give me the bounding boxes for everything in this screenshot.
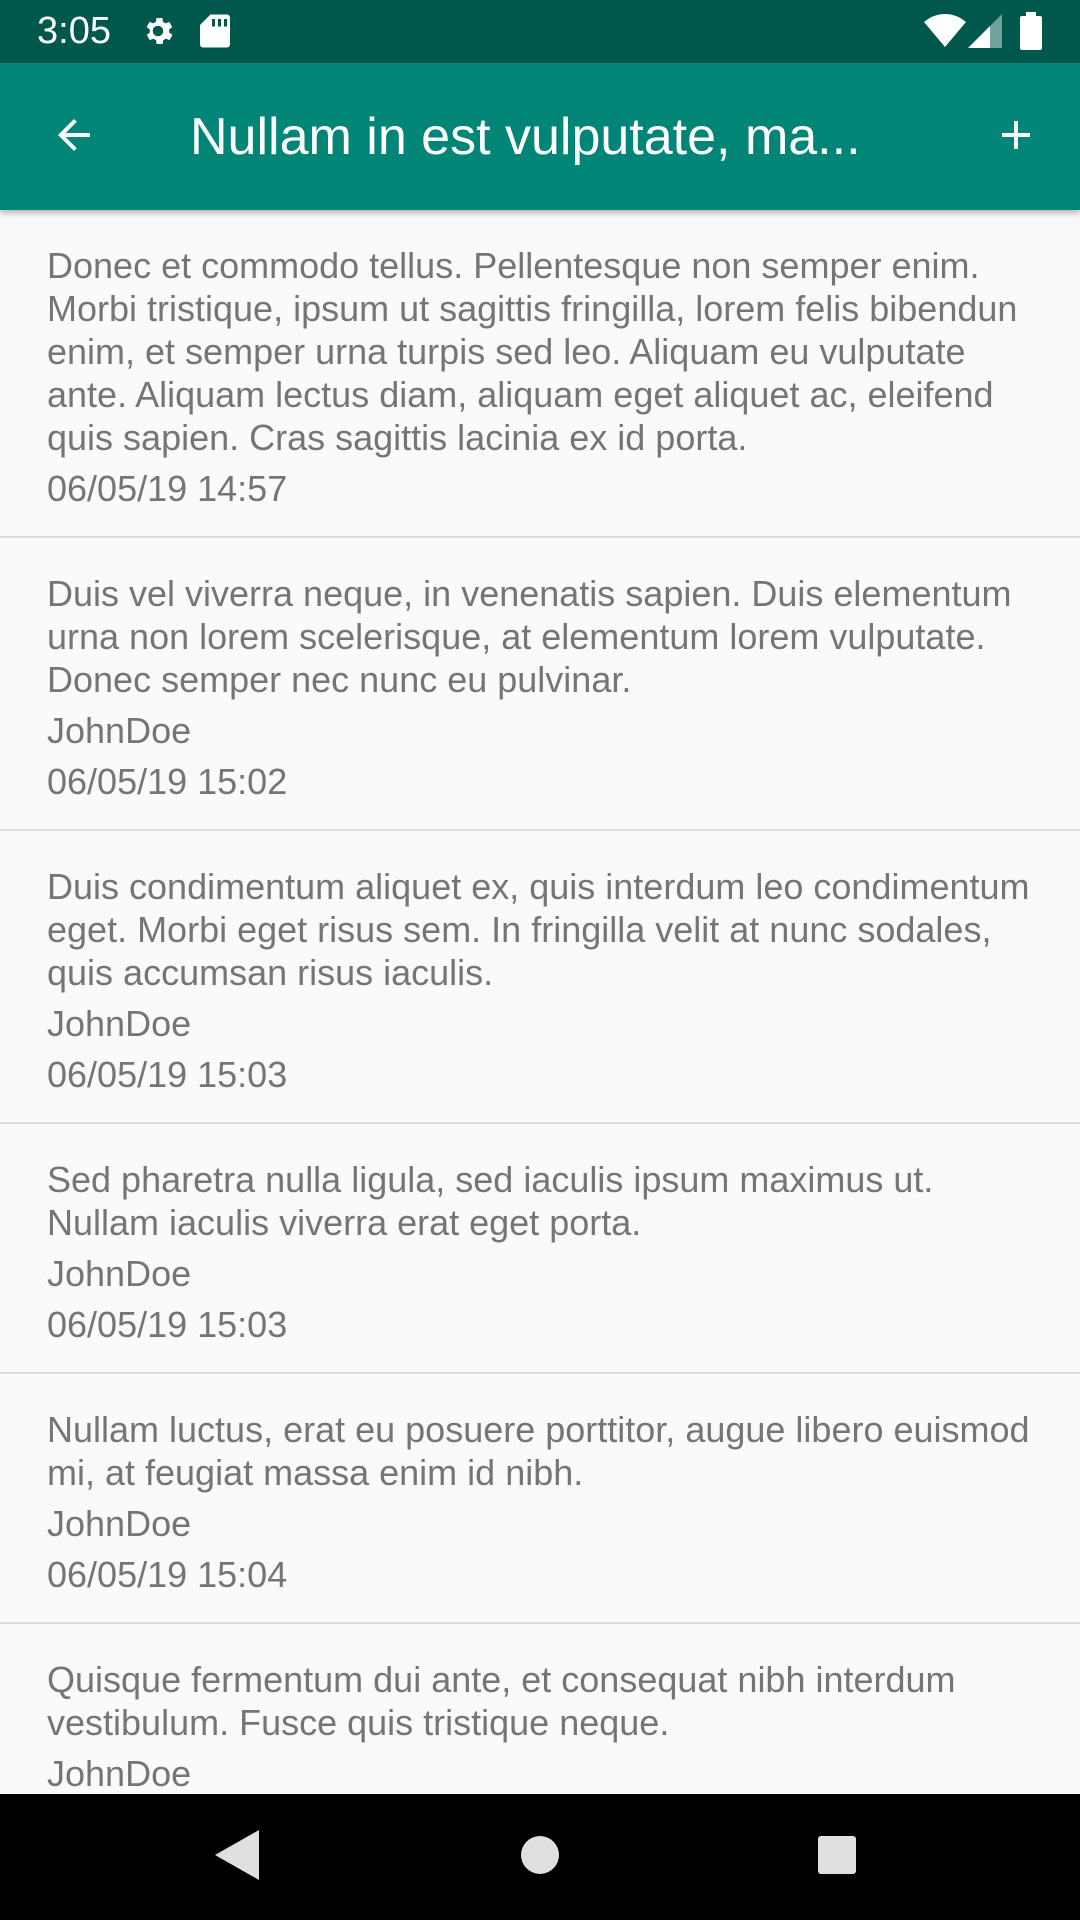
item-text: Nullam luctus, erat eu posuere porttitor… — [47, 1409, 1030, 1493]
item-date: 06/05/19 15:03 — [47, 1054, 288, 1095]
plus-icon — [992, 111, 1040, 164]
list-item[interactable]: Quisque fermentum dui ante, et consequat… — [0, 1624, 1080, 1794]
item-text: Quisque fermentum dui ante, et consequat… — [47, 1659, 956, 1743]
sd-card-icon — [200, 13, 230, 54]
add-button[interactable] — [980, 101, 1052, 173]
nav-home-icon — [520, 1835, 560, 1880]
nav-recents-button[interactable] — [804, 1824, 870, 1890]
page-title: Nullam in est vulputate, ma... — [190, 108, 861, 166]
item-date: 06/05/19 14:57 — [47, 468, 288, 509]
item-author: JohnDoe — [47, 1503, 192, 1544]
signal-icon — [968, 14, 1002, 53]
item-date: 06/05/19 15:04 — [47, 1554, 288, 1595]
item-date: 06/05/19 15:03 — [47, 1304, 288, 1345]
item-text: Sed pharetra nulla ligula, sed iaculis i… — [47, 1159, 934, 1243]
navigation-bar — [0, 1794, 1080, 1920]
list-item[interactable]: Donec et commodo tellus. Pellentesque no… — [0, 210, 1080, 538]
list-item[interactable]: Duis condimentum aliquet ex, quis interd… — [0, 831, 1080, 1124]
nav-recents-icon — [817, 1835, 857, 1880]
list-item[interactable]: Nullam luctus, erat eu posuere porttitor… — [0, 1374, 1080, 1624]
nav-back-button[interactable] — [204, 1824, 270, 1890]
status-time: 3:05 — [37, 10, 111, 52]
gear-icon — [140, 13, 176, 54]
nav-back-icon — [215, 1829, 259, 1885]
item-text: Donec et commodo tellus. Pellentesque no… — [47, 245, 1018, 458]
item-author: JohnDoe — [47, 1003, 192, 1044]
nav-home-button[interactable] — [507, 1824, 573, 1890]
item-author: JohnDoe — [47, 710, 192, 751]
item-date: 06/05/19 15:02 — [47, 761, 288, 802]
arrow-back-icon — [50, 111, 98, 164]
status-bar: 3:05 — [0, 0, 1080, 63]
app-bar: Nullam in est vulputate, ma... — [0, 63, 1080, 210]
comment-list[interactable]: Donec et commodo tellus. Pellentesque no… — [0, 210, 1080, 1794]
wifi-icon — [924, 14, 966, 53]
list-item[interactable]: Sed pharetra nulla ligula, sed iaculis i… — [0, 1124, 1080, 1374]
back-button[interactable] — [38, 101, 110, 173]
item-text: Duis condimentum aliquet ex, quis interd… — [47, 866, 1030, 993]
item-author: JohnDoe — [47, 1253, 192, 1294]
list-item[interactable]: Duis vel viverra neque, in venenatis sap… — [0, 538, 1080, 831]
item-text: Duis vel viverra neque, in venenatis sap… — [47, 573, 1012, 700]
item-author: JohnDoe — [47, 1753, 192, 1794]
battery-icon — [1020, 12, 1042, 55]
